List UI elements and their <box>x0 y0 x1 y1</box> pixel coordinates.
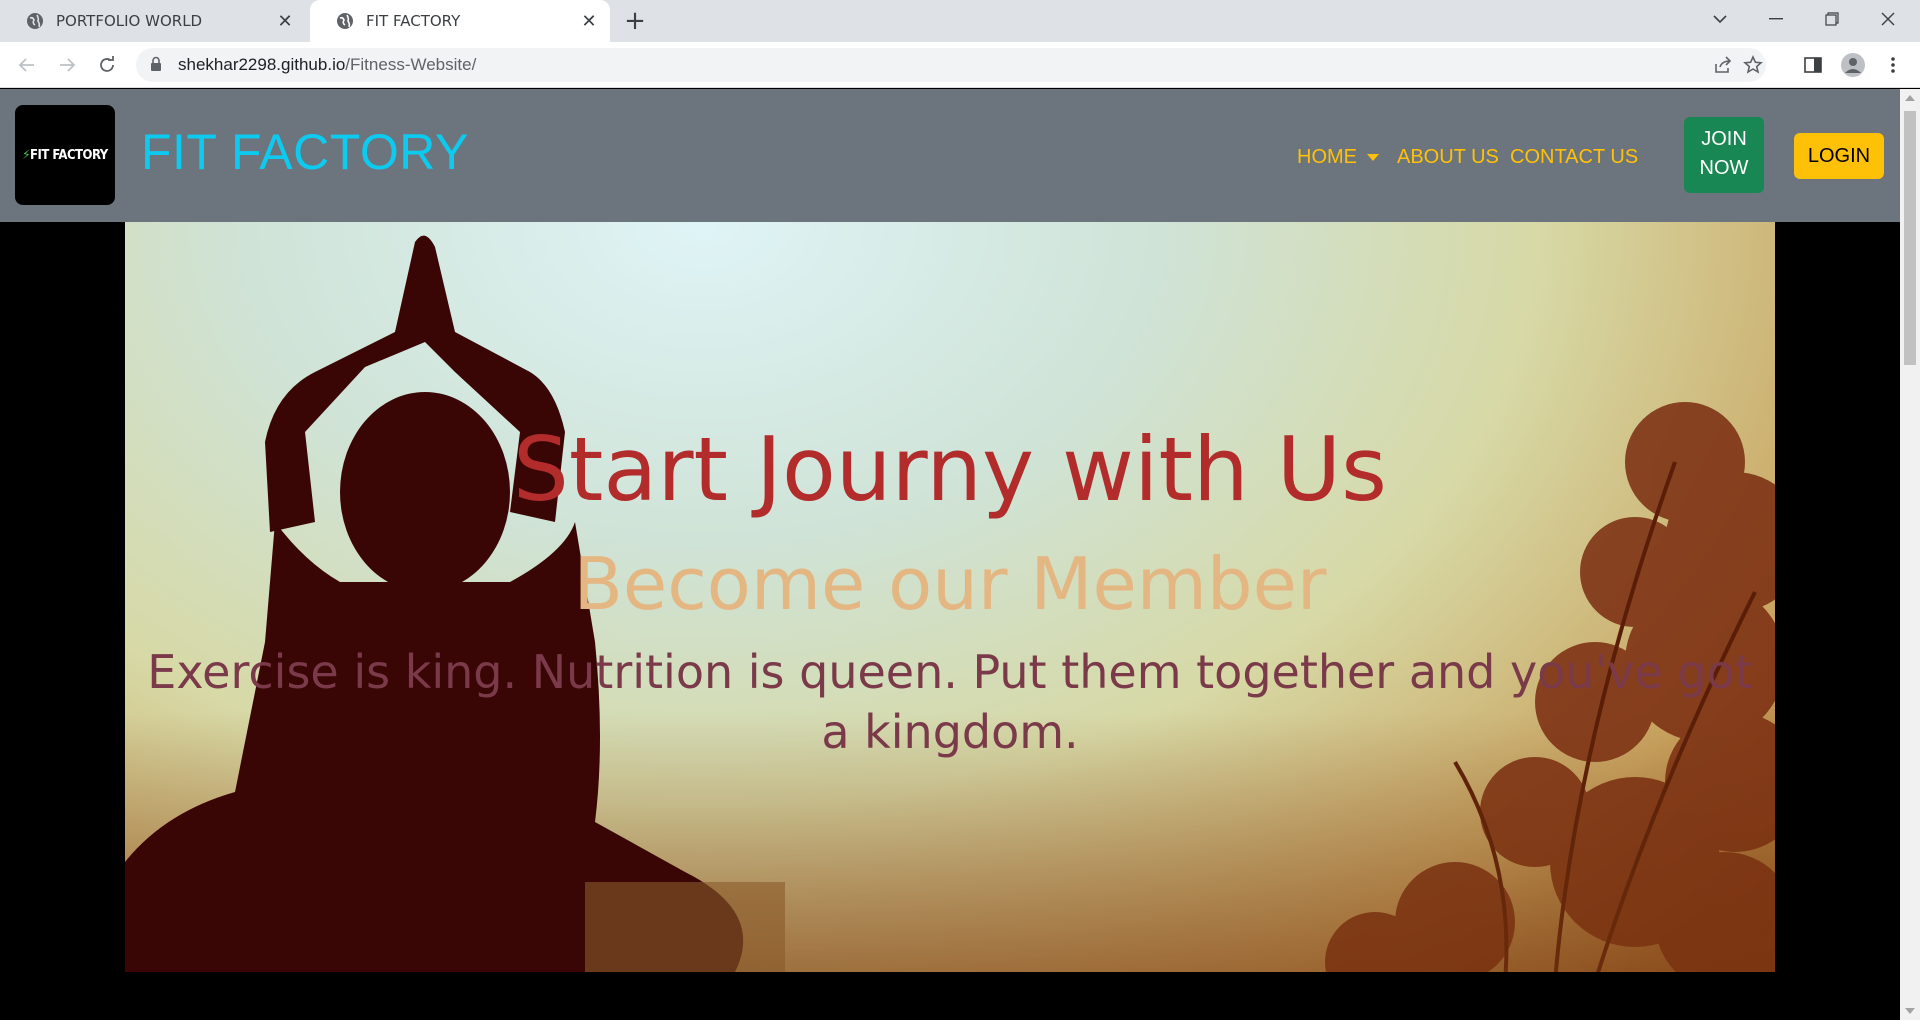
share-icon[interactable] <box>1712 54 1734 76</box>
bookmark-star-icon[interactable] <box>1742 54 1764 76</box>
tab-title: PORTFOLIO WORLD <box>56 12 203 30</box>
profile-avatar-icon[interactable] <box>1838 50 1868 80</box>
nav-home-dropdown[interactable]: HOME <box>1297 146 1379 169</box>
forward-arrow-icon[interactable] <box>52 50 82 80</box>
scroll-up-arrow-icon[interactable] <box>1905 95 1915 101</box>
scroll-down-arrow-icon[interactable] <box>1905 1008 1915 1014</box>
browser-toolbar: shekhar2298.github.io/Fitness-Website/ <box>0 42 1920 88</box>
browser-tab-portfolio[interactable]: PORTFOLIO WORLD ✕ <box>0 0 306 42</box>
login-button[interactable]: LOGIN <box>1794 133 1884 179</box>
caret-down-icon <box>1367 154 1379 161</box>
back-arrow-icon[interactable] <box>12 50 42 80</box>
join-now-button[interactable]: JOIN NOW <box>1684 117 1764 193</box>
page-viewport: ⚡FIT FACTORY FIT FACTORY HOME ABOUT US C… <box>0 89 1900 1020</box>
url-host: shekhar2298.github.io <box>178 55 346 74</box>
hero-quote: Exercise is king. Nutrition is queen. Pu… <box>147 645 1753 759</box>
tab-title: FIT FACTORY <box>366 12 461 30</box>
page-scrollbar[interactable] <box>1900 89 1920 1020</box>
hero-title: Start Journy with Us <box>513 418 1387 521</box>
address-bar[interactable]: shekhar2298.github.io/Fitness-Website/ <box>136 48 1766 82</box>
reload-icon[interactable] <box>92 50 122 80</box>
join-label-line1: JOIN <box>1701 128 1747 150</box>
new-tab-plus-icon[interactable]: + <box>620 6 650 36</box>
scrollbar-thumb[interactable] <box>1904 111 1916 365</box>
url-path: /Fitness-Website/ <box>345 55 477 74</box>
lock-icon[interactable] <box>150 56 162 76</box>
browser-tab-strip: PORTFOLIO WORLD ✕ FIT FACTORY ✕ + <box>0 0 1920 42</box>
close-window-icon[interactable] <box>1860 0 1916 38</box>
close-icon[interactable]: ✕ <box>578 10 600 32</box>
close-icon[interactable]: ✕ <box>274 10 296 32</box>
globe-icon <box>336 12 354 30</box>
restore-icon[interactable] <box>1804 0 1860 38</box>
tab-search-chevron-icon[interactable] <box>1692 0 1748 38</box>
brand-title[interactable]: FIT FACTORY <box>141 123 469 181</box>
url-text: shekhar2298.github.io/Fitness-Website/ <box>178 55 476 75</box>
logo-mark-icon: ⚡ <box>22 147 30 163</box>
hero-banner: Start Journy with Us Become our Member E… <box>125 222 1775 972</box>
kebab-menu-icon[interactable] <box>1878 50 1908 80</box>
join-label-line2: NOW <box>1699 157 1749 179</box>
nav-home-label: HOME <box>1297 146 1357 168</box>
minimize-icon[interactable] <box>1748 0 1804 38</box>
globe-icon <box>26 12 44 30</box>
browser-tab-fit-factory[interactable]: FIT FACTORY ✕ <box>310 0 610 42</box>
site-logo[interactable]: ⚡FIT FACTORY <box>15 105 115 205</box>
nav-contact-link[interactable]: CONTACT US <box>1510 146 1638 169</box>
logo-text: ⚡FIT FACTORY <box>22 147 108 163</box>
hero-subtitle: Become our Member <box>573 542 1327 626</box>
side-panel-icon[interactable] <box>1798 50 1828 80</box>
site-navbar: ⚡FIT FACTORY FIT FACTORY HOME ABOUT US C… <box>0 89 1900 222</box>
nav-about-link[interactable]: ABOUT US <box>1397 146 1499 169</box>
